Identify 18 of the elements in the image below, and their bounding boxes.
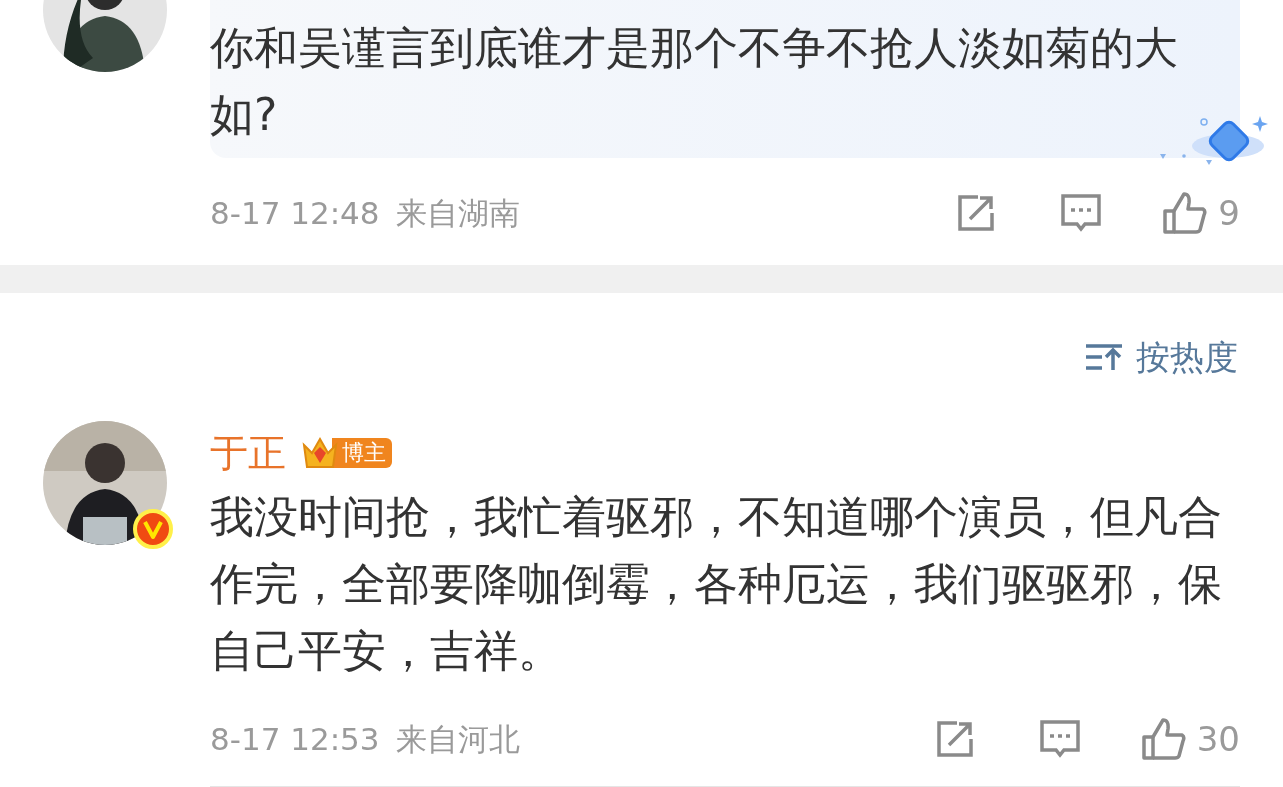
like-count: 30 (1196, 717, 1240, 761)
comment-location: 来自河北 (395, 719, 520, 759)
comment-icon[interactable] (1060, 193, 1103, 233)
like-count: 9 (1218, 191, 1240, 235)
share-icon[interactable] (956, 193, 997, 233)
author-name[interactable]: 于正 (210, 424, 286, 482)
comment-text: 我没时间抢，我忙着驱邪，不知道哪个演员，但凡合作完，全部要降咖倒霉，各种厄运，我们驱驱邪，保自己平安，吉祥。 (210, 490, 1223, 678)
comment-icon[interactable] (1038, 719, 1081, 759)
sort-label[interactable]: 按热度 (1136, 331, 1238, 383)
thumbs-up-icon[interactable] (1162, 191, 1209, 235)
comment-time: 8-17 12:53 (210, 719, 380, 759)
comment-text: 你和吴谨言到底谁才是那个不争不抢人淡如菊的大如? (210, 21, 1179, 142)
blogger-badge: 博主 (332, 438, 392, 468)
thumbs-up-icon[interactable] (1140, 717, 1187, 761)
comment-location: 来自湖南 (395, 193, 520, 233)
share-icon[interactable] (934, 719, 975, 759)
sort-icon[interactable] (1084, 342, 1124, 372)
comment-time: 8-17 12:48 (210, 193, 380, 233)
